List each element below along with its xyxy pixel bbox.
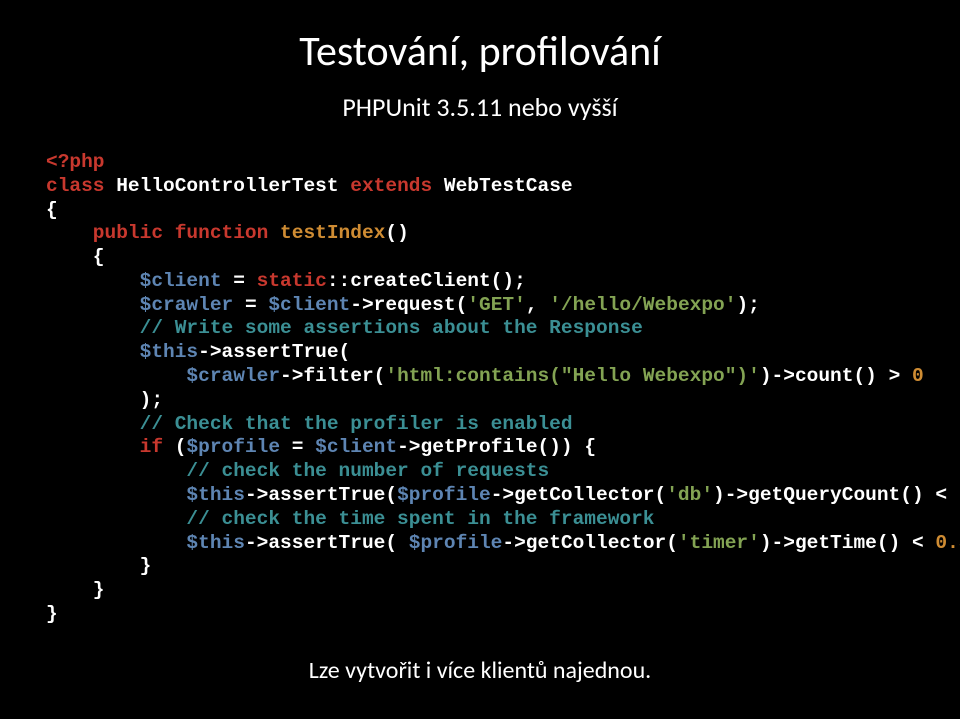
code-op: = — [233, 270, 256, 292]
code-brace: { — [46, 199, 58, 221]
slide: Testování, profilování PHPUnit 3.5.11 ne… — [0, 0, 960, 719]
code-brace: } — [46, 603, 58, 625]
code-call: ->assertTrue( — [245, 532, 409, 554]
code-var: $this — [46, 341, 198, 363]
code-comment: // Check that the profiler is enabled — [46, 413, 573, 435]
code-brace: } — [46, 555, 151, 577]
code-keyword: class — [46, 175, 116, 197]
code-op: = — [245, 294, 268, 316]
code-comment: // check the number of requests — [46, 460, 549, 482]
code-punct: ); — [46, 389, 163, 411]
code-class: WebTestCase — [444, 175, 573, 197]
code-var: $this — [46, 532, 245, 554]
code-call: ->getCollector( — [491, 484, 667, 506]
code-call: )->getQueryCount() < — [713, 484, 959, 506]
code-tag: <?php — [46, 151, 105, 173]
code-op: = — [292, 436, 315, 458]
code-keyword: extends — [350, 175, 444, 197]
code-var: $client — [268, 294, 350, 316]
code-call: ->getProfile()) { — [397, 436, 596, 458]
code-number: 0.5 — [935, 532, 960, 554]
code-var: $client — [46, 270, 233, 292]
code-var: $profile — [397, 484, 491, 506]
code-string: 'db' — [666, 484, 713, 506]
code-comment: // Write some assertions about the Respo… — [46, 317, 643, 339]
code-call: ->getCollector( — [502, 532, 678, 554]
code-call: )->getTime() < — [760, 532, 936, 554]
code-keyword: static — [257, 270, 327, 292]
code-comment: // check the time spent in the framework — [46, 508, 655, 530]
slide-footer: Lze vytvořit i více klientů najednou. — [0, 656, 960, 685]
code-call: ->filter( — [280, 365, 385, 387]
code-call: )->count() > — [760, 365, 912, 387]
code-punct: , — [526, 294, 549, 316]
slide-subtitle: PHPUnit 3.5.11 nebo vyšší — [46, 91, 914, 123]
code-func: testIndex — [280, 222, 385, 244]
code-call: ->request( — [350, 294, 467, 316]
code-block: <?php class HelloControllerTest extends … — [46, 151, 914, 627]
code-string: 'timer' — [678, 532, 760, 554]
code-keyword: public function — [46, 222, 280, 244]
code-brace: { — [46, 246, 105, 268]
code-call: ::createClient(); — [327, 270, 526, 292]
code-class: HelloControllerTest — [116, 175, 350, 197]
code-punct: ( — [175, 436, 187, 458]
code-var: $crawler — [46, 365, 280, 387]
code-var: $crawler — [46, 294, 245, 316]
code-punct: () — [385, 222, 408, 244]
code-keyword: if — [46, 436, 175, 458]
code-string: 'html:contains("Hello Webexpo")' — [385, 365, 759, 387]
code-var: $profile — [409, 532, 503, 554]
code-call: ->assertTrue( — [245, 484, 397, 506]
code-string: '/hello/Webexpo' — [549, 294, 736, 316]
code-punct: ); — [736, 294, 759, 316]
slide-title: Testování, profilování — [46, 26, 914, 77]
code-brace: } — [46, 579, 105, 601]
code-var: $this — [46, 484, 245, 506]
code-call: ->assertTrue( — [198, 341, 350, 363]
code-var: $client — [315, 436, 397, 458]
code-string: 'GET' — [467, 294, 526, 316]
code-var: $profile — [186, 436, 291, 458]
code-number: 0 — [912, 365, 924, 387]
